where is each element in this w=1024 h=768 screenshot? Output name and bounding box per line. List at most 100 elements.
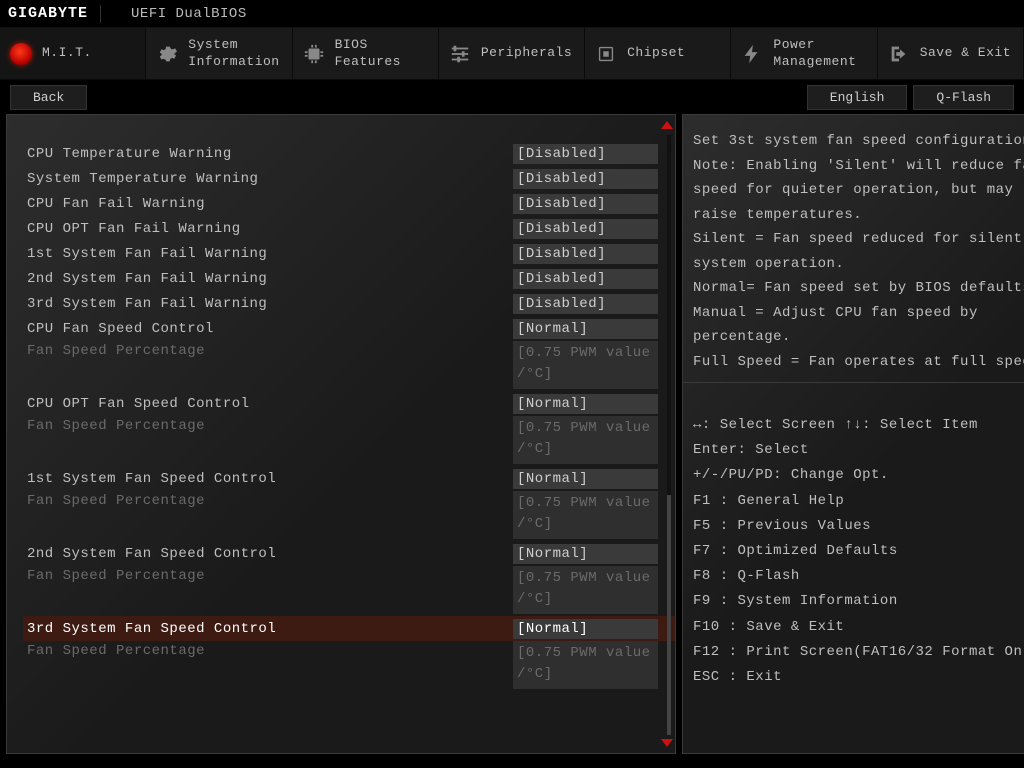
- back-button[interactable]: Back: [10, 85, 87, 110]
- cpu-icon: [593, 41, 619, 67]
- help-key-line: F10 : Save & Exit: [693, 615, 1024, 640]
- exit-icon: [886, 41, 912, 67]
- tab-system-information[interactable]: System Information: [146, 28, 292, 79]
- help-text-line: percentage.: [693, 325, 1024, 350]
- setting-row[interactable]: 1st System Fan Fail Warning[Disabled]: [23, 241, 675, 266]
- setting-row[interactable]: CPU OPT Fan Speed Control[Normal]: [23, 391, 675, 416]
- setting-value[interactable]: [Disabled]: [513, 219, 658, 239]
- scrollbar-thumb[interactable]: [667, 495, 671, 735]
- tab-label: BIOS Features: [335, 37, 401, 70]
- setting-value: [0.75 PWM value/°C]: [513, 341, 658, 389]
- setting-label: Fan Speed Percentage: [23, 491, 513, 509]
- setting-label: 1st System Fan Fail Warning: [23, 246, 513, 262]
- setting-row[interactable]: 2nd System Fan Speed Control[Normal]: [23, 541, 675, 566]
- tab-label: M.I.T.: [42, 45, 92, 61]
- tab-label: Chipset: [627, 45, 685, 61]
- setting-row: Fan Speed Percentage[0.75 PWM value/°C]: [23, 416, 675, 466]
- help-key-line: Enter: Select: [693, 438, 1024, 463]
- tab-power-management[interactable]: Power Management: [731, 28, 877, 79]
- setting-row[interactable]: CPU Fan Fail Warning[Disabled]: [23, 191, 675, 216]
- help-key-line: +/-/PU/PD: Change Opt.: [693, 463, 1024, 488]
- setting-label: CPU OPT Fan Fail Warning: [23, 221, 513, 237]
- tab-chipset[interactable]: Chipset: [585, 28, 731, 79]
- tab-label: System Information: [188, 37, 279, 70]
- settings-panel: CPU Temperature Warning[Disabled]System …: [6, 114, 676, 754]
- setting-row[interactable]: 3rd System Fan Speed Control[Normal]: [23, 616, 675, 641]
- help-text-line: speed for quieter operation, but may: [693, 178, 1024, 203]
- setting-row: Fan Speed Percentage[0.75 PWM value/°C]: [23, 491, 675, 541]
- setting-value[interactable]: [Disabled]: [513, 169, 658, 189]
- setting-row[interactable]: 3rd System Fan Fail Warning[Disabled]: [23, 291, 675, 316]
- setting-value[interactable]: [Normal]: [513, 544, 658, 564]
- setting-value[interactable]: [Normal]: [513, 394, 658, 414]
- setting-row[interactable]: System Temperature Warning[Disabled]: [23, 166, 675, 191]
- setting-label: 1st System Fan Speed Control: [23, 471, 513, 487]
- help-key-line: F7 : Optimized Defaults: [693, 539, 1024, 564]
- setting-value[interactable]: [Normal]: [513, 319, 658, 339]
- help-keys: ↔: Select Screen ↑↓: Select ItemEnter: S…: [683, 383, 1024, 700]
- help-text-line: Normal= Fan speed set by BIOS defaults.: [693, 276, 1024, 301]
- help-key-line: ESC : Exit: [693, 665, 1024, 690]
- brand-subtitle: UEFI DualBIOS: [131, 6, 247, 22]
- setting-label: Fan Speed Percentage: [23, 641, 513, 659]
- setting-value: [0.75 PWM value/°C]: [513, 416, 658, 464]
- setting-row[interactable]: CPU OPT Fan Fail Warning[Disabled]: [23, 216, 675, 241]
- help-text-line: Full Speed = Fan operates at full speed.: [693, 350, 1024, 375]
- help-text-line: Note: Enabling 'Silent' will reduce fan: [693, 154, 1024, 179]
- help-text-line: system operation.: [693, 252, 1024, 277]
- setting-label: 3rd System Fan Fail Warning: [23, 296, 513, 312]
- tab-label: Power Management: [773, 37, 856, 70]
- setting-row: Fan Speed Percentage[0.75 PWM value/°C]: [23, 341, 675, 391]
- setting-value: [0.75 PWM value/°C]: [513, 491, 658, 539]
- scroll-down-icon[interactable]: [661, 739, 673, 747]
- help-text-line: Manual = Adjust CPU fan speed by: [693, 301, 1024, 326]
- setting-value[interactable]: [Disabled]: [513, 294, 658, 314]
- setting-value[interactable]: [Normal]: [513, 469, 658, 489]
- top-bar: GIGABYTE UEFI DualBIOS: [0, 0, 1024, 28]
- setting-row[interactable]: 2nd System Fan Fail Warning[Disabled]: [23, 266, 675, 291]
- setting-row: Fan Speed Percentage[0.75 PWM value/°C]: [23, 566, 675, 616]
- sliders-icon: [447, 41, 473, 67]
- help-text-line: Set 3st system fan speed configuration.: [693, 129, 1024, 154]
- setting-value[interactable]: [Disabled]: [513, 194, 658, 214]
- setting-value[interactable]: [Normal]: [513, 619, 658, 639]
- tab-bios-features[interactable]: BIOS Features: [293, 28, 439, 79]
- setting-label: Fan Speed Percentage: [23, 416, 513, 434]
- setting-label: CPU Fan Speed Control: [23, 321, 513, 337]
- help-key-line: ↔: Select Screen ↑↓: Select Item: [693, 413, 1024, 438]
- setting-label: 3rd System Fan Speed Control: [23, 621, 513, 637]
- help-key-line: F5 : Previous Values: [693, 514, 1024, 539]
- brand-logo: GIGABYTE: [8, 5, 88, 22]
- tab-save-exit[interactable]: Save & Exit: [878, 28, 1024, 79]
- help-description: Set 3st system fan speed configuration.N…: [683, 115, 1024, 383]
- chip-icon: [301, 41, 327, 67]
- setting-label: CPU Temperature Warning: [23, 146, 513, 162]
- setting-row: Fan Speed Percentage[0.75 PWM value/°C]: [23, 641, 675, 691]
- main-tab-bar: M.I.T. System Information BIOS Features …: [0, 28, 1024, 80]
- setting-label: 2nd System Fan Fail Warning: [23, 271, 513, 287]
- setting-value[interactable]: [Disabled]: [513, 144, 658, 164]
- setting-label: 2nd System Fan Speed Control: [23, 546, 513, 562]
- help-key-line: F1 : General Help: [693, 489, 1024, 514]
- setting-row[interactable]: CPU Fan Speed Control[Normal]: [23, 316, 675, 341]
- language-button[interactable]: English: [807, 85, 908, 110]
- setting-row[interactable]: 1st System Fan Speed Control[Normal]: [23, 466, 675, 491]
- setting-label: CPU OPT Fan Speed Control: [23, 396, 513, 412]
- sub-bar: Back English Q-Flash: [0, 80, 1024, 114]
- tab-peripherals[interactable]: Peripherals: [439, 28, 585, 79]
- setting-value[interactable]: [Disabled]: [513, 269, 658, 289]
- tab-label: Peripherals: [481, 45, 572, 61]
- setting-label: Fan Speed Percentage: [23, 566, 513, 584]
- help-text-line: Silent = Fan speed reduced for silent: [693, 227, 1024, 252]
- scroll-up-icon[interactable]: [661, 121, 673, 129]
- divider: [100, 5, 101, 23]
- help-text-line: raise temperatures.: [693, 203, 1024, 228]
- help-key-line: F12 : Print Screen(FAT16/32 Format Only): [693, 640, 1024, 665]
- qflash-button[interactable]: Q-Flash: [913, 85, 1014, 110]
- tab-mit[interactable]: M.I.T.: [0, 28, 146, 79]
- help-panel: Set 3st system fan speed configuration.N…: [682, 114, 1024, 754]
- setting-value[interactable]: [Disabled]: [513, 244, 658, 264]
- help-key-line: F8 : Q-Flash: [693, 564, 1024, 589]
- setting-row[interactable]: CPU Temperature Warning[Disabled]: [23, 141, 675, 166]
- record-icon: [8, 41, 34, 67]
